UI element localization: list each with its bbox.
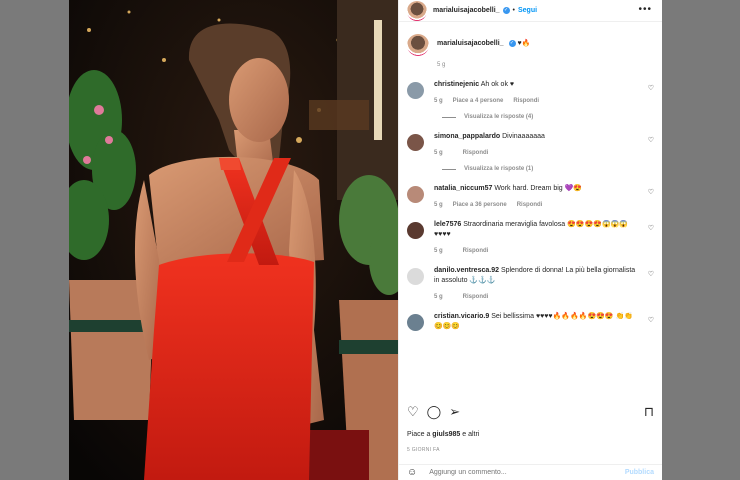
follow-button[interactable]: Segui (518, 7, 537, 14)
caption-text: ♥🔥 (517, 40, 531, 47)
likes-summary[interactable]: Piace a giuls985 e altri (407, 431, 479, 438)
comment-icon[interactable]: ◯ (427, 404, 442, 420)
commenter-username[interactable]: christinejenic (434, 81, 479, 88)
comment-text: Ah ok ok ♥ (480, 81, 515, 88)
comment-item: cristian.vicario.9 Sei bellissima ♥♥♥♥🔥🔥… (407, 312, 654, 340)
reply-button[interactable]: Rispondi (463, 248, 489, 254)
add-comment-bar: ☺ Pubblica (399, 464, 662, 480)
comment-like-icon[interactable]: ♡ (648, 84, 654, 92)
verified-badge-icon: ✓ (502, 7, 510, 14)
comment-like-icon[interactable]: ♡ (648, 270, 654, 278)
comment-meta: 5 g Rispondi (434, 150, 639, 156)
view-replies-button[interactable]: Visualizza le risposte (1) (442, 166, 654, 172)
overlay-backdrop[interactable] (662, 0, 740, 480)
comment-item: simona_pappalardo Divinaaaaaaa 5 g Rispo… (407, 132, 654, 156)
comment-time: 5 g (434, 150, 443, 156)
caption-username[interactable]: marialuisajacobelli_ (437, 40, 504, 47)
caption-avatar[interactable] (407, 34, 429, 56)
comment-item: christinejenic Ah ok ok ♥ 5 g Piace a 4 … (407, 80, 654, 104)
comment-likes[interactable]: Piace a 4 persone (453, 98, 504, 104)
verified-badge-icon: ✓ (508, 39, 516, 47)
more-options-icon[interactable]: ••• (638, 4, 652, 15)
post-caption: marialuisajacobelli_ ✓ ♥🔥 (407, 34, 654, 56)
emoji-icon[interactable]: ☺ (407, 467, 417, 478)
heart-icon[interactable]: ♡ (407, 404, 419, 420)
publish-button[interactable]: Pubblica (625, 469, 654, 476)
commenter-username[interactable]: lele7576 (434, 221, 461, 228)
comment-text: Work hard. Dream big 💜😍 (494, 185, 583, 192)
comment-text: Divinaaaaaaa (502, 133, 545, 140)
commenter-username[interactable]: danilo.ventresca.92 (434, 267, 499, 274)
commenter-avatar[interactable] (407, 268, 424, 285)
comment-item: danilo.ventresca.92 Splendore di donna! … (407, 266, 654, 300)
caption-time: 5 g (437, 62, 446, 68)
author-username[interactable]: marialuisajacobelli_ (433, 7, 500, 14)
comment-meta: 5 g Rispondi (434, 248, 639, 254)
replies-line (442, 168, 456, 170)
post-time-ago: 5 GIORNI FA (407, 447, 440, 453)
reply-button[interactable]: Rispondi (517, 202, 543, 208)
author-avatar[interactable] (407, 0, 427, 21)
post-photo[interactable] (69, 0, 399, 480)
comment-like-icon[interactable]: ♡ (648, 136, 654, 144)
comments-list[interactable]: marialuisajacobelli_ ✓ ♥🔥 5 g christinej… (399, 26, 662, 394)
share-icon[interactable]: ➢ (449, 404, 460, 420)
likes-user[interactable]: giuls985 (432, 431, 460, 438)
comment-meta: 5 g Piace a 36 persone Rispondi (434, 202, 639, 208)
commenter-username[interactable]: natalia_niccum57 (434, 185, 492, 192)
post-header: marialuisajacobelli_ ✓ • Segui ••• (399, 0, 662, 22)
comment-time: 5 g (434, 98, 443, 104)
bookmark-icon[interactable]: ⊓ (644, 404, 654, 420)
action-bar: ♡ ◯ ➢ ⊓ (407, 402, 654, 422)
commenter-username[interactable]: simona_pappalardo (434, 133, 500, 140)
commenter-avatar[interactable] (407, 82, 424, 99)
reply-button[interactable]: Rispondi (463, 150, 489, 156)
comment-input[interactable] (429, 469, 580, 476)
comment-like-icon[interactable]: ♡ (648, 224, 654, 232)
commenter-avatar[interactable] (407, 314, 424, 331)
comment-time: 5 g (434, 294, 443, 300)
reply-button[interactable]: Rispondi (513, 98, 539, 104)
replies-line (442, 116, 456, 118)
view-replies-button[interactable]: Visualizza le risposte (4) (442, 114, 654, 120)
commenter-avatar[interactable] (407, 134, 424, 151)
separator-dot: • (512, 7, 515, 14)
comment-meta: 5 g Piace a 4 persone Rispondi (434, 98, 639, 104)
reply-button[interactable]: Rispondi (463, 294, 489, 300)
comment-meta: 5 g Rispondi (434, 294, 639, 300)
commenter-avatar[interactable] (407, 222, 424, 239)
comment-likes[interactable]: Piace a 36 persone (453, 202, 507, 208)
commenter-username[interactable]: cristian.vicario.9 (434, 313, 489, 320)
commenter-avatar[interactable] (407, 186, 424, 203)
comment-item: natalia_niccum57 Work hard. Dream big 💜😍… (407, 184, 654, 208)
comment-item: lele7576 Straordinaria meraviglia favolo… (407, 220, 654, 254)
post-side-panel: marialuisajacobelli_ ✓ • Segui ••• maria… (398, 0, 662, 480)
comment-text: Straordinaria meraviglia favolosa 😍😍😍😍😱😱… (434, 221, 629, 238)
comment-time: 5 g (434, 202, 443, 208)
post-image (69, 0, 399, 480)
comment-like-icon[interactable]: ♡ (648, 188, 654, 196)
comment-like-icon[interactable]: ♡ (648, 316, 654, 324)
comment-time: 5 g (434, 248, 443, 254)
